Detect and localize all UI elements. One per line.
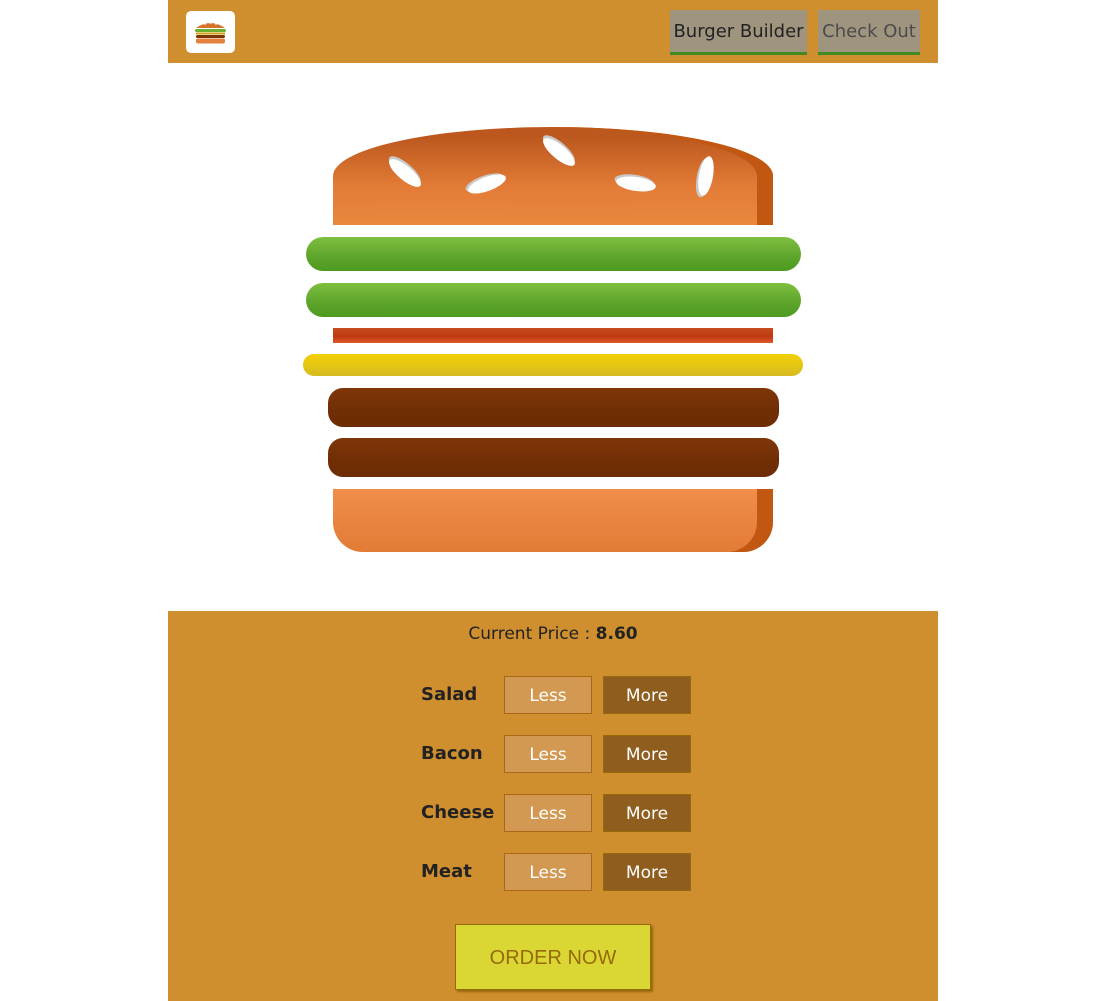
seed <box>615 174 657 194</box>
control-label: Meat <box>421 861 472 882</box>
nav-check-out[interactable]: Check Out <box>818 10 920 55</box>
more-salad-button[interactable]: More <box>603 676 691 714</box>
more-cheese-button[interactable]: More <box>603 794 691 832</box>
salad-layer <box>306 283 801 317</box>
burger-builder-app: Burger Builder Check Out Current Price :… <box>168 0 938 1001</box>
bread-bottom <box>333 489 773 552</box>
seed <box>465 170 509 198</box>
control-row-meat: Meat Less More <box>421 853 721 891</box>
meat-layer <box>328 438 779 477</box>
more-meat-button[interactable]: More <box>603 853 691 891</box>
price-label: Current Price : <box>468 624 591 644</box>
seed <box>539 133 579 171</box>
control-label: Cheese <box>421 802 495 823</box>
control-row-cheese: Cheese Less More <box>421 794 721 832</box>
price-value: 8.60 <box>595 624 638 644</box>
control-label: Bacon <box>421 743 483 764</box>
build-controls: Current Price : 8.60 Salad Less More Bac… <box>168 611 938 1001</box>
toolbar: Burger Builder Check Out <box>168 0 938 63</box>
control-row-bacon: Bacon Less More <box>421 735 721 773</box>
control-row-salad: Salad Less More <box>421 676 721 714</box>
bread-top <box>333 127 773 225</box>
seed <box>385 154 425 192</box>
less-salad-button[interactable]: Less <box>504 676 592 714</box>
control-label: Salad <box>421 684 478 705</box>
salad-layer <box>306 237 801 271</box>
current-price: Current Price : 8.60 <box>168 624 938 644</box>
burger-logo-graphic <box>195 22 226 44</box>
burger-preview <box>168 63 938 611</box>
seed <box>695 155 717 197</box>
less-bacon-button[interactable]: Less <box>504 735 592 773</box>
less-meat-button[interactable]: Less <box>504 853 592 891</box>
order-now-button[interactable]: ORDER NOW <box>455 924 651 990</box>
more-bacon-button[interactable]: More <box>603 735 691 773</box>
bacon-layer <box>333 328 773 343</box>
burger-logo-icon[interactable] <box>186 11 235 53</box>
meat-layer <box>328 388 779 427</box>
less-cheese-button[interactable]: Less <box>504 794 592 832</box>
nav-burger-builder[interactable]: Burger Builder <box>670 10 807 55</box>
cheese-layer <box>303 354 803 376</box>
